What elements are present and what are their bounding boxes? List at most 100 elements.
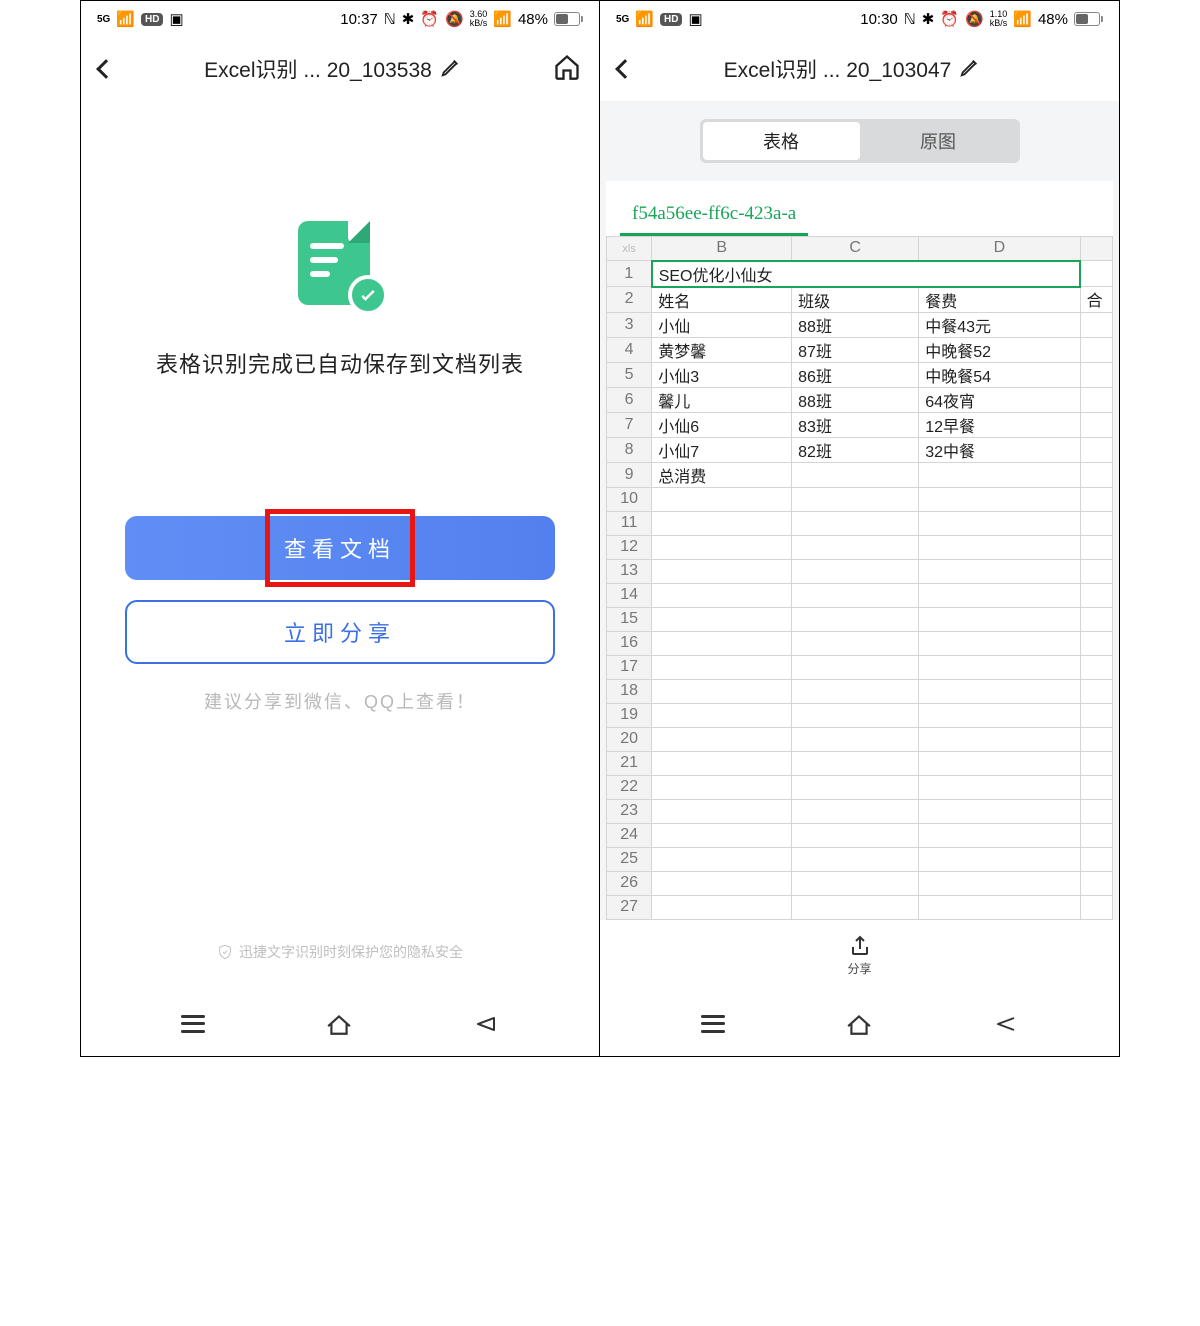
cell[interactable]: 83班 bbox=[792, 412, 919, 437]
cell[interactable] bbox=[1080, 703, 1112, 727]
row-header[interactable]: 2 bbox=[607, 287, 652, 313]
home-button-icon[interactable] bbox=[326, 1013, 352, 1035]
view-document-button[interactable]: 查看文档 bbox=[125, 516, 555, 580]
cell[interactable] bbox=[919, 751, 1080, 775]
cell[interactable] bbox=[1080, 535, 1112, 559]
row-header[interactable]: 11 bbox=[607, 511, 652, 535]
col-header[interactable] bbox=[1080, 237, 1112, 261]
cell[interactable] bbox=[652, 559, 792, 583]
cell[interactable] bbox=[652, 511, 792, 535]
cell[interactable]: SEO优化小仙女 bbox=[652, 261, 1080, 287]
cell[interactable] bbox=[792, 799, 919, 823]
cell[interactable] bbox=[792, 487, 919, 511]
cell[interactable] bbox=[1080, 337, 1112, 362]
cell[interactable] bbox=[1080, 362, 1112, 387]
row-header[interactable]: 9 bbox=[607, 462, 652, 487]
cell[interactable] bbox=[652, 679, 792, 703]
back-button-icon[interactable] bbox=[993, 1012, 1019, 1036]
row-header[interactable]: 27 bbox=[607, 895, 652, 919]
cell[interactable] bbox=[792, 535, 919, 559]
cell[interactable] bbox=[1080, 261, 1112, 287]
cell[interactable]: 小仙7 bbox=[652, 437, 792, 462]
tab-original-image[interactable]: 原图 bbox=[860, 122, 1017, 160]
row-header[interactable]: 21 bbox=[607, 751, 652, 775]
cell[interactable] bbox=[919, 775, 1080, 799]
home-button-icon[interactable] bbox=[846, 1013, 872, 1035]
cell[interactable] bbox=[919, 462, 1080, 487]
back-button-icon[interactable] bbox=[473, 1012, 499, 1036]
cell[interactable] bbox=[1080, 487, 1112, 511]
cell[interactable]: 黄梦馨 bbox=[652, 337, 792, 362]
cell[interactable] bbox=[792, 511, 919, 535]
cell[interactable] bbox=[652, 703, 792, 727]
row-header[interactable]: 14 bbox=[607, 583, 652, 607]
cell[interactable] bbox=[1080, 751, 1112, 775]
cell[interactable]: 12早餐 bbox=[919, 412, 1080, 437]
cell[interactable]: 总消费 bbox=[652, 462, 792, 487]
row-header[interactable]: 5 bbox=[607, 362, 652, 387]
cell[interactable]: 87班 bbox=[792, 337, 919, 362]
edit-icon[interactable] bbox=[440, 56, 462, 83]
cell[interactable]: 88班 bbox=[792, 312, 919, 337]
home-icon[interactable] bbox=[553, 53, 581, 86]
back-icon[interactable] bbox=[615, 59, 635, 79]
row-header[interactable]: 17 bbox=[607, 655, 652, 679]
cell[interactable] bbox=[919, 703, 1080, 727]
cell[interactable] bbox=[792, 895, 919, 919]
cell[interactable] bbox=[1080, 631, 1112, 655]
cell[interactable] bbox=[919, 631, 1080, 655]
cell[interactable] bbox=[652, 727, 792, 751]
row-header[interactable]: 8 bbox=[607, 437, 652, 462]
cell[interactable]: 餐费 bbox=[919, 287, 1080, 313]
cell[interactable] bbox=[1080, 775, 1112, 799]
cell[interactable] bbox=[652, 895, 792, 919]
row-header[interactable]: 7 bbox=[607, 412, 652, 437]
cell[interactable]: 小仙 bbox=[652, 312, 792, 337]
cell[interactable]: 中晚餐52 bbox=[919, 337, 1080, 362]
cell[interactable]: 班级 bbox=[792, 287, 919, 313]
row-header[interactable]: 6 bbox=[607, 387, 652, 412]
row-header[interactable]: 23 bbox=[607, 799, 652, 823]
cell[interactable] bbox=[652, 871, 792, 895]
row-header[interactable]: 25 bbox=[607, 847, 652, 871]
row-header[interactable]: 26 bbox=[607, 871, 652, 895]
tab-table[interactable]: 表格 bbox=[703, 122, 860, 160]
cell[interactable]: 小仙6 bbox=[652, 412, 792, 437]
cell[interactable] bbox=[1080, 655, 1112, 679]
cell[interactable] bbox=[1080, 511, 1112, 535]
row-header[interactable]: 13 bbox=[607, 559, 652, 583]
cell[interactable] bbox=[792, 559, 919, 583]
cell[interactable] bbox=[652, 607, 792, 631]
cell[interactable] bbox=[792, 583, 919, 607]
col-header[interactable]: D bbox=[919, 237, 1080, 261]
cell[interactable] bbox=[792, 655, 919, 679]
cell[interactable] bbox=[1080, 312, 1112, 337]
cell[interactable] bbox=[652, 583, 792, 607]
back-icon[interactable] bbox=[96, 59, 116, 79]
row-header[interactable]: 12 bbox=[607, 535, 652, 559]
cell[interactable] bbox=[652, 799, 792, 823]
cell[interactable] bbox=[919, 583, 1080, 607]
cell[interactable]: 合 bbox=[1080, 287, 1112, 313]
row-header[interactable]: 4 bbox=[607, 337, 652, 362]
row-header[interactable]: 16 bbox=[607, 631, 652, 655]
cell[interactable] bbox=[919, 679, 1080, 703]
row-header[interactable]: 15 bbox=[607, 607, 652, 631]
cell[interactable] bbox=[792, 631, 919, 655]
grid[interactable]: xls B C D 1SEO优化小仙女2姓名班级餐费合3小仙88班中餐43元4黄… bbox=[606, 236, 1113, 920]
cell[interactable] bbox=[652, 847, 792, 871]
cell[interactable] bbox=[919, 871, 1080, 895]
row-header[interactable]: 18 bbox=[607, 679, 652, 703]
cell[interactable] bbox=[1080, 679, 1112, 703]
cell[interactable] bbox=[652, 751, 792, 775]
cell[interactable] bbox=[792, 607, 919, 631]
cell[interactable] bbox=[792, 823, 919, 847]
cell[interactable]: 中晚餐54 bbox=[919, 362, 1080, 387]
cell[interactable] bbox=[1080, 387, 1112, 412]
cell[interactable]: 姓名 bbox=[652, 287, 792, 313]
row-header[interactable]: 20 bbox=[607, 727, 652, 751]
cell[interactable] bbox=[792, 462, 919, 487]
cell[interactable] bbox=[919, 895, 1080, 919]
cell[interactable] bbox=[919, 847, 1080, 871]
cell[interactable] bbox=[1080, 462, 1112, 487]
